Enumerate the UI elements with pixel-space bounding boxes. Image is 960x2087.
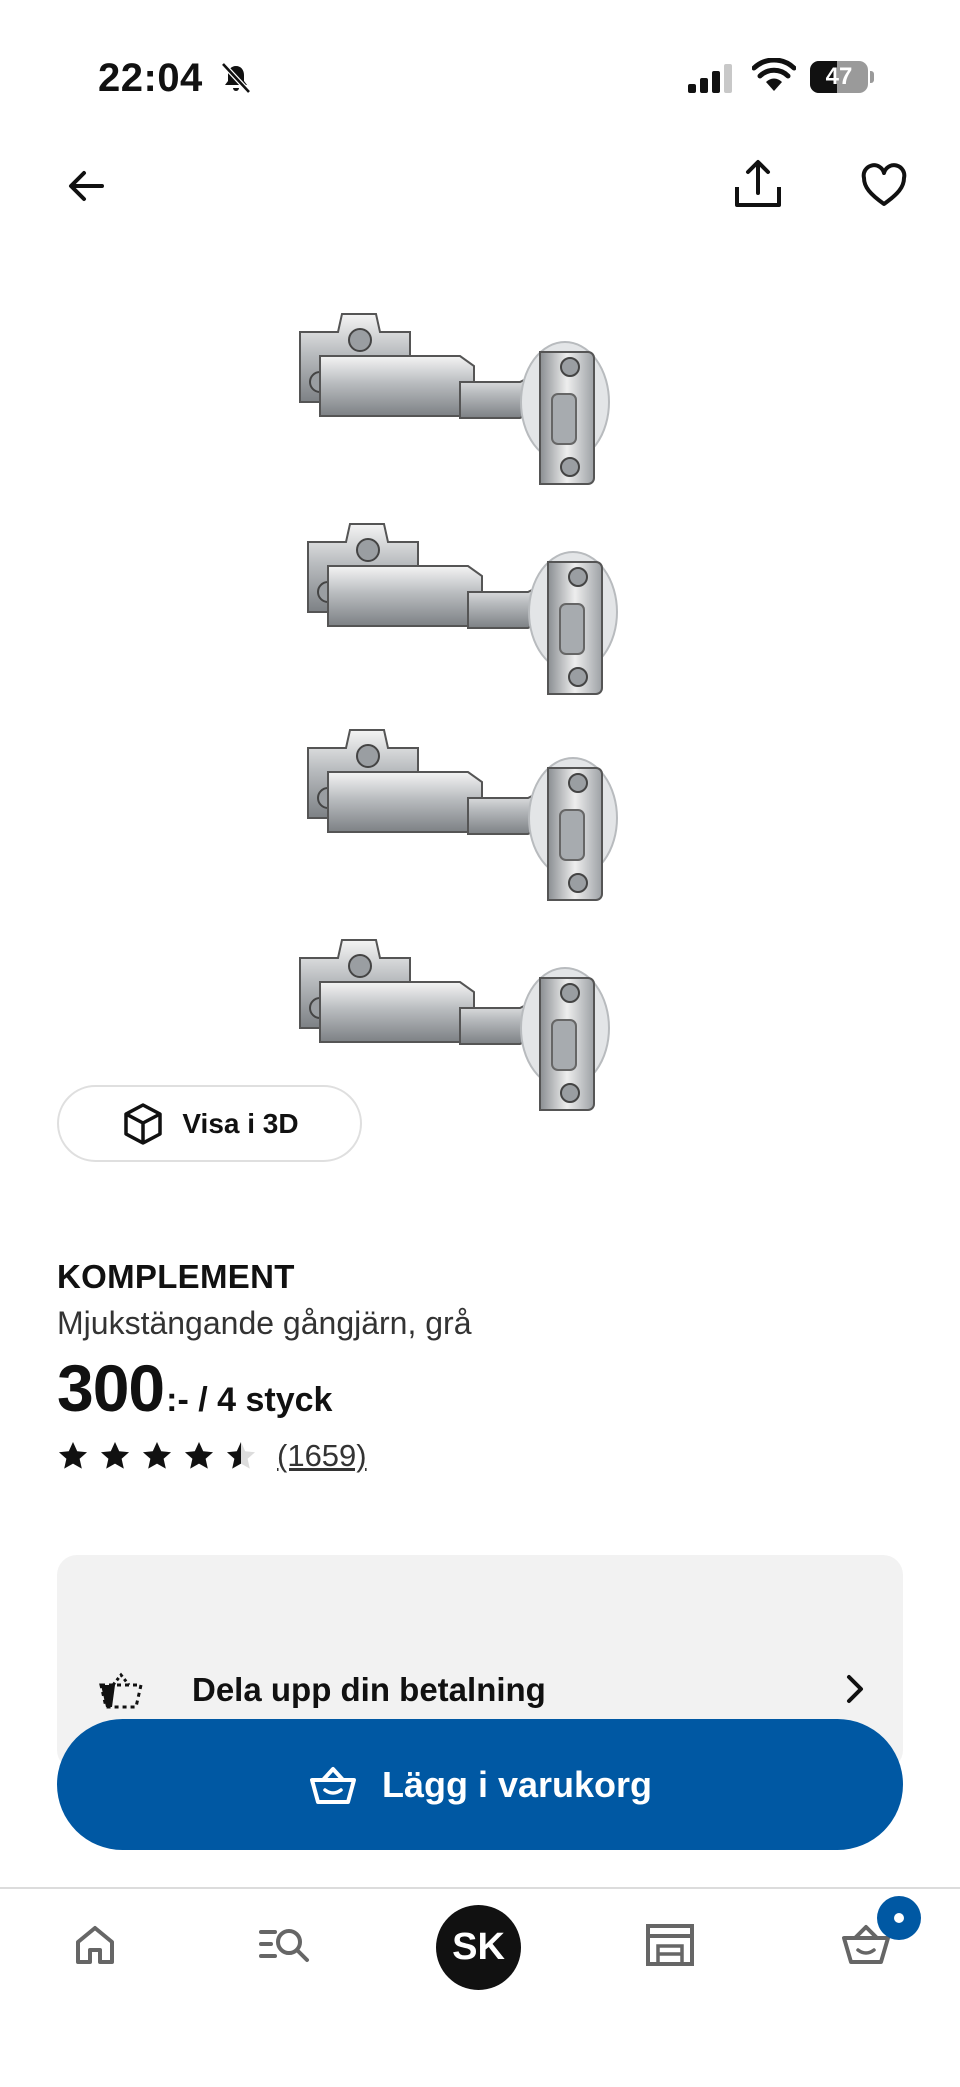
tab-bar-divider <box>0 1887 960 1889</box>
star-icon <box>227 1442 255 1469</box>
view-in-3d-label: Visa i 3D <box>182 1107 299 1139</box>
store-icon <box>646 1924 694 1966</box>
tab-store[interactable] <box>630 1910 710 1980</box>
tab-search[interactable] <box>246 1910 326 1980</box>
heart-icon <box>861 163 907 206</box>
search-list-icon <box>259 1929 309 1962</box>
product-description: Mjukstängande gångjärn, grå <box>57 1305 472 1341</box>
status-bar: 22:04 47 <box>0 0 960 150</box>
home-icon <box>76 1926 114 1964</box>
star-icon <box>101 1442 129 1469</box>
price: 300 :- / 4 styck <box>57 1350 332 1426</box>
add-to-cart-label: Lägg i varukorg <box>381 1763 653 1805</box>
product-image <box>299 313 618 1111</box>
share-button[interactable] <box>726 152 790 216</box>
price-amount: 300 <box>57 1351 165 1425</box>
wifi-icon <box>752 58 796 91</box>
rating: (1659) <box>57 1438 367 1474</box>
bell-muted-icon <box>221 62 251 94</box>
basket-icon <box>309 1766 356 1804</box>
star-rating <box>57 1440 257 1472</box>
cube-3d-icon <box>124 1102 163 1145</box>
product-name: KOMPLEMENT <box>57 1258 295 1295</box>
price-unit: :- / 4 styck <box>166 1381 333 1419</box>
cart-badge <box>877 1896 921 1940</box>
cart-badge-dot <box>894 1913 904 1923</box>
review-count-link[interactable]: (1659) <box>277 1438 367 1474</box>
battery-level: 47 <box>825 63 853 90</box>
cellular-signal-icon <box>688 64 732 93</box>
tab-home[interactable] <box>55 1910 135 1980</box>
star-icon <box>143 1442 171 1469</box>
back-arrow-icon <box>69 171 104 201</box>
add-to-cart-button[interactable]: Lägg i varukorg <box>57 1719 903 1850</box>
status-time: 22:04 <box>98 56 203 100</box>
share-icon <box>735 160 781 207</box>
battery-icon: 47 <box>810 61 874 93</box>
chevron-right-icon <box>847 1675 863 1703</box>
view-in-3d-button[interactable]: Visa i 3D <box>57 1085 362 1162</box>
favorite-button[interactable] <box>852 154 916 218</box>
star-icon <box>59 1442 87 1469</box>
split-payment-row[interactable]: Dela upp din betalning <box>57 1655 903 1725</box>
tab-profile[interactable]: SK <box>436 1905 521 1990</box>
star-icon <box>185 1442 213 1469</box>
installment-basket-icon <box>99 1672 143 1709</box>
split-payment-label: Dela upp din betalning <box>192 1671 546 1708</box>
back-button[interactable] <box>54 154 118 218</box>
